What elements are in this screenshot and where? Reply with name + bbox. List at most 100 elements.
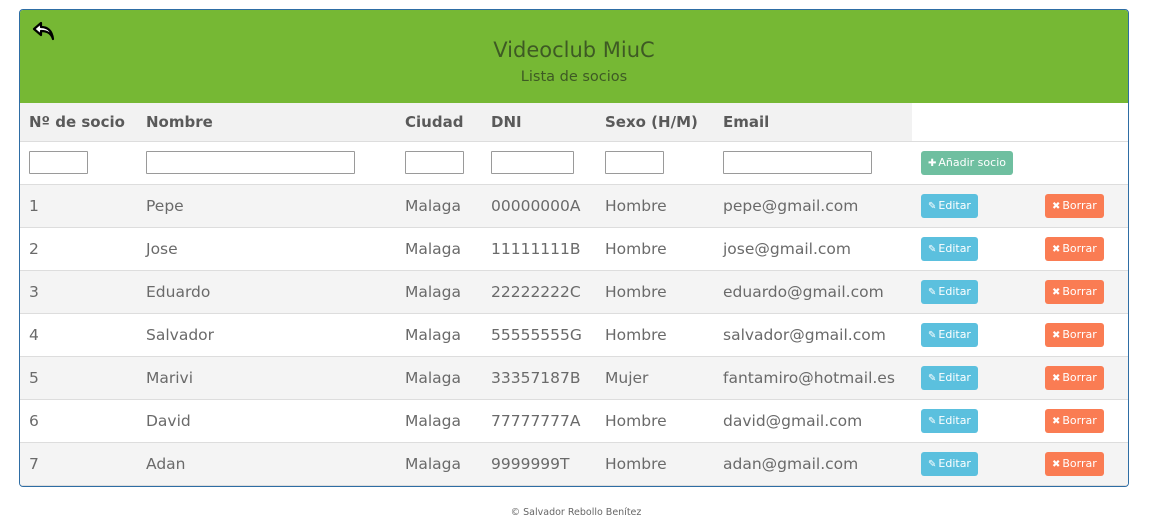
x-icon: ✖ bbox=[1052, 458, 1061, 470]
cell-id: 6 bbox=[20, 399, 137, 443]
cell-nombre: Adan bbox=[137, 442, 396, 486]
footer-copyright: © Salvador Rebollo Benítez bbox=[510, 507, 642, 518]
cell-nombre: Eduardo bbox=[137, 270, 396, 314]
pencil-icon: ✎ bbox=[928, 286, 937, 298]
pencil-icon: ✎ bbox=[928, 458, 937, 470]
pencil-icon: ✎ bbox=[928, 415, 937, 427]
cell-dni: 33357187B bbox=[482, 356, 596, 400]
cell-edit: ✎ Editar bbox=[912, 442, 1036, 486]
cell-dni: 77777777A bbox=[482, 399, 596, 443]
edit-label: Editar bbox=[938, 413, 971, 427]
cell-id: 4 bbox=[20, 313, 137, 357]
delete-button[interactable]: ✖ Borrar bbox=[1045, 279, 1104, 304]
delete-button[interactable]: ✖ Borrar bbox=[1045, 365, 1104, 390]
table-row: 2 Jose Malaga 11111111B Hombre jose@gmail.com… bbox=[20, 227, 1128, 271]
column-header-dni: DNI bbox=[482, 103, 596, 142]
delete-button[interactable]: ✖ Borrar bbox=[1045, 322, 1104, 347]
cell-nombre: Marivi bbox=[137, 356, 396, 400]
cell-ciudad: Malaga bbox=[396, 356, 482, 400]
page-subtitle: Lista de socios bbox=[520, 69, 628, 85]
edit-button[interactable]: ✎ Editar bbox=[921, 279, 978, 304]
sexo-input[interactable] bbox=[605, 151, 664, 174]
delete-label: Borrar bbox=[1062, 456, 1097, 470]
column-header-id: Nº de socio bbox=[20, 103, 137, 142]
delete-button[interactable]: ✖ Borrar bbox=[1045, 236, 1104, 261]
delete-label: Borrar bbox=[1062, 241, 1097, 255]
cell-dni: 55555555G bbox=[482, 313, 596, 357]
cell-sexo: Hombre bbox=[596, 184, 714, 228]
page-title: Videoclub MiuC bbox=[493, 38, 655, 62]
cell-delete: ✖ Borrar bbox=[1036, 442, 1128, 486]
edit-label: Editar bbox=[938, 241, 971, 255]
delete-button[interactable]: ✖ Borrar bbox=[1045, 408, 1104, 433]
column-header-email: Email bbox=[714, 103, 912, 142]
cell-dni: 00000000A bbox=[482, 184, 596, 228]
edit-button[interactable]: ✎ Editar bbox=[921, 193, 978, 218]
table-header-row: Nº de socio Nombre Ciudad DNI Sexo (H/M)… bbox=[20, 103, 1128, 142]
pencil-icon: ✎ bbox=[928, 329, 937, 341]
edit-button[interactable]: ✎ Editar bbox=[921, 322, 978, 347]
x-icon: ✖ bbox=[1052, 415, 1061, 427]
x-icon: ✖ bbox=[1052, 329, 1061, 341]
id-input[interactable] bbox=[29, 151, 88, 174]
column-header-ciudad: Ciudad bbox=[396, 103, 482, 142]
column-header-blank bbox=[912, 103, 1036, 142]
pencil-icon: ✎ bbox=[928, 372, 937, 384]
email-input[interactable] bbox=[723, 151, 872, 174]
cell-ciudad: Malaga bbox=[396, 270, 482, 314]
delete-label: Borrar bbox=[1062, 413, 1097, 427]
edit-button[interactable]: ✎ Editar bbox=[921, 451, 978, 476]
pencil-icon: ✎ bbox=[928, 200, 937, 212]
table-row: 3 Eduardo Malaga 22222222C Hombre eduardo@gma… bbox=[20, 270, 1128, 314]
cell-id: 2 bbox=[20, 227, 137, 271]
table-row: 5 Marivi Malaga 33357187B Mujer fantamiro@hot… bbox=[20, 356, 1128, 400]
cell-id: 3 bbox=[20, 270, 137, 314]
ciudad-input[interactable] bbox=[405, 151, 464, 174]
cell-id: 5 bbox=[20, 356, 137, 400]
nombre-input[interactable] bbox=[146, 151, 355, 174]
x-icon: ✖ bbox=[1052, 243, 1061, 255]
cell-sexo: Hombre bbox=[596, 313, 714, 357]
delete-label: Borrar bbox=[1062, 284, 1097, 298]
table-row: 7 Adan Malaga 9999999T Hombre adan@gmail.com ✎… bbox=[20, 442, 1128, 486]
panel-header: Videoclub MiuC Lista de socios bbox=[20, 10, 1128, 103]
x-icon: ✖ bbox=[1052, 372, 1061, 384]
cell-edit: ✎ Editar bbox=[912, 356, 1036, 400]
edit-label: Editar bbox=[938, 456, 971, 470]
cell-id: 7 bbox=[20, 442, 137, 486]
edit-button[interactable]: ✎ Editar bbox=[921, 236, 978, 261]
dni-input[interactable] bbox=[491, 151, 574, 174]
add-socio-label: Añadir socio bbox=[938, 155, 1006, 169]
socios-table: Nº de socio Nombre Ciudad DNI Sexo (H/M)… bbox=[20, 103, 1128, 486]
edit-label: Editar bbox=[938, 370, 971, 384]
cell-email: eduardo@gmail.com bbox=[714, 270, 912, 314]
delete-button[interactable]: ✖ Borrar bbox=[1045, 193, 1104, 218]
cell-delete: ✖ Borrar bbox=[1036, 227, 1128, 271]
table-row: 6 David Malaga 77777777A Hombre david@gmail.c… bbox=[20, 399, 1128, 443]
cell-delete: ✖ Borrar bbox=[1036, 356, 1128, 400]
edit-button[interactable]: ✎ Editar bbox=[921, 408, 978, 433]
edit-label: Editar bbox=[938, 327, 971, 341]
cell-edit: ✎ Editar bbox=[912, 399, 1036, 443]
new-socio-row: ✚ Añadir socio bbox=[20, 141, 1128, 185]
table-row: 4 Salvador Malaga 55555555G Hombre salvador@g… bbox=[20, 313, 1128, 357]
table-row: 1 Pepe Malaga 00000000A Hombre pepe@gmail.com… bbox=[20, 184, 1128, 228]
edit-button[interactable]: ✎ Editar bbox=[921, 365, 978, 390]
add-socio-button[interactable]: ✚ Añadir socio bbox=[921, 150, 1013, 175]
cell-email: pepe@gmail.com bbox=[714, 184, 912, 228]
column-header-nombre: Nombre bbox=[137, 103, 396, 142]
cell-id: 1 bbox=[20, 184, 137, 228]
pencil-icon: ✎ bbox=[928, 243, 937, 255]
delete-label: Borrar bbox=[1062, 370, 1097, 384]
cell-delete: ✖ Borrar bbox=[1036, 184, 1128, 228]
delete-button[interactable]: ✖ Borrar bbox=[1045, 451, 1104, 476]
cell-dni: 22222222C bbox=[482, 270, 596, 314]
cell-edit: ✎ Editar bbox=[912, 227, 1036, 271]
cell-email: david@gmail.com bbox=[714, 399, 912, 443]
socios-panel: Videoclub MiuC Lista de socios Nº de soc… bbox=[19, 9, 1129, 487]
cell-sexo: Hombre bbox=[596, 442, 714, 486]
cell-sexo: Hombre bbox=[596, 270, 714, 314]
cell-ciudad: Malaga bbox=[396, 184, 482, 228]
cell-nombre: David bbox=[137, 399, 396, 443]
cell-edit: ✎ Editar bbox=[912, 184, 1036, 228]
